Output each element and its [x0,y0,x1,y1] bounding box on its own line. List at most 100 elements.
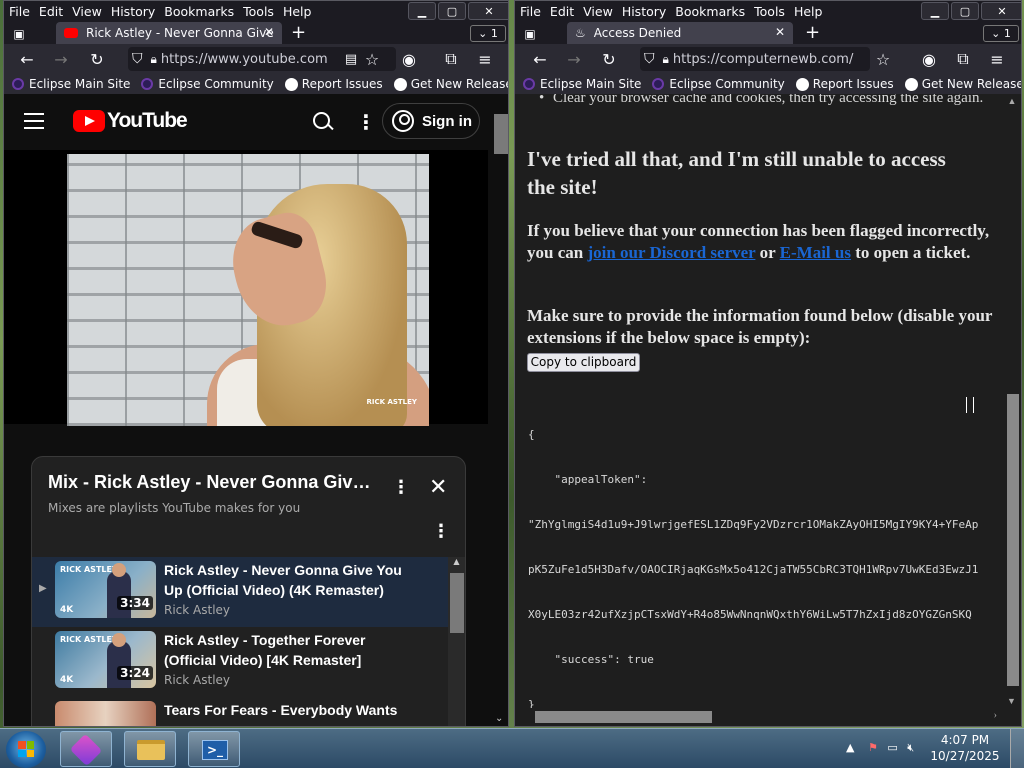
menu-edit[interactable]: Edit [550,4,574,19]
mix-close-icon[interactable]: ✕ [429,475,447,500]
playlist-item-title[interactable]: Rick Astley - Together Forever (Official… [164,630,404,670]
menu-history[interactable]: History [111,4,155,19]
playlist-item[interactable]: ▶ RICK ASTLEY 4K 3:34 Rick Astley - Neve… [32,557,448,627]
new-tab-button[interactable]: + [291,22,306,44]
playlist-scroll-thumb[interactable] [450,573,464,633]
tab-list-icon[interactable]: ▣ [517,24,543,44]
maximize-button[interactable]: ▢ [438,2,466,20]
scroll-down-icon[interactable]: ⌄ [495,713,503,724]
playlist-item-title[interactable]: Rick Astley - Never Gonna Give You Up (O… [164,560,404,600]
taskbar-app-browser[interactable] [60,731,112,767]
video-player[interactable]: RICK ASTLEY [4,150,488,426]
back-arrow-icon[interactable]: ← [16,48,38,70]
video-thumbnail[interactable]: RICK ASTLEY 4K 3:34 [55,561,156,618]
mix-options-icon[interactable]: ⋮ [432,521,450,542]
mix-more-icon[interactable]: ⋮ [392,477,410,498]
menu-help[interactable]: Help [794,4,823,19]
page-scrollbar[interactable]: ⌄ [490,94,508,726]
taskbar-app-powershell[interactable]: >_ [188,731,240,767]
close-tab-icon[interactable]: ✕ [775,25,785,39]
video-thumbnail[interactable] [55,701,156,726]
menu-help[interactable]: Help [283,4,312,19]
playlist-item-title[interactable]: Tears For Fears - Everybody Wants [164,700,404,720]
shield-icon[interactable]: ⛉ [132,51,143,67]
sign-in-button[interactable]: Sign in [382,103,480,139]
menu-view[interactable]: View [583,4,613,19]
bookmark-star-icon[interactable]: ☆ [361,48,383,70]
email-link[interactable]: E-Mail us [780,243,851,262]
playlist-item-channel[interactable]: Rick Astley [164,603,230,617]
reload-icon[interactable]: ↻ [86,48,108,70]
page-scroll-thumb[interactable] [494,114,508,154]
scroll-up-icon[interactable]: ▲ [1003,94,1021,106]
horizontal-scrollbar[interactable]: › [515,708,1003,726]
copy-to-clipboard-button[interactable]: Copy to clipboard [527,353,640,372]
bookmark-report-issues[interactable]: Report Issues [284,77,383,91]
playlist-item-channel[interactable]: Rick Astley [164,673,230,687]
playlist-scrollbar[interactable]: ▲ [448,557,465,726]
menu-bookmarks[interactable]: Bookmarks [675,4,745,19]
menu-tools[interactable]: Tools [243,4,274,19]
maximize-button[interactable]: ▢ [951,2,979,20]
playlist-item[interactable]: Tears For Fears - Everybody Wants [32,697,448,726]
menu-bookmarks[interactable]: Bookmarks [164,4,234,19]
horizontal-scroll-thumb[interactable] [535,711,712,723]
show-desktop-button[interactable] [1010,729,1024,768]
close-window-button[interactable]: ✕ [468,2,508,20]
menu-file[interactable]: File [520,4,541,19]
start-button[interactable] [6,731,46,768]
tab-youtube[interactable]: Rick Astley - Never Gonna Give ✕ [56,22,282,44]
tab-count-button[interactable]: ⌄ 1 [470,25,506,42]
discord-link[interactable]: join our Discord server [587,243,755,262]
bookmark-eclipse-community[interactable]: Eclipse Community [652,77,785,91]
menu-edit[interactable]: Edit [39,4,63,19]
back-arrow-icon[interactable]: ← [529,48,551,70]
url-text[interactable]: https://www.youtube.com [161,52,328,67]
hamburger-menu-icon[interactable] [24,113,44,129]
forward-arrow-icon[interactable]: → [50,48,72,70]
bookmark-get-new-releases[interactable]: Get New Releases [393,77,508,91]
bookmark-get-new-releases[interactable]: Get New Releases [904,77,1021,91]
bookmark-eclipse-main[interactable]: Eclipse Main Site [523,77,641,91]
reader-mode-icon[interactable]: ▤ [340,48,362,70]
menu-file[interactable]: File [9,4,30,19]
volume-muted-icon[interactable]: 🔇︎ [907,741,914,754]
minimize-button[interactable]: ▁ [408,2,436,20]
url-text[interactable]: https://computernewb.com/ [673,52,853,67]
vertical-scroll-thumb[interactable] [1007,394,1019,686]
shield-icon[interactable]: ⛉ [644,51,655,67]
extensions-icon[interactable]: ⧉ [440,48,462,70]
app-menu-icon[interactable]: ≡ [474,48,496,70]
tab-count-button[interactable]: ⌄ 1 [983,25,1019,42]
show-hidden-icons-icon[interactable]: ▲ [846,741,854,754]
menu-view[interactable]: View [72,4,102,19]
account-icon[interactable]: ◉ [918,48,940,70]
bookmark-eclipse-main[interactable]: Eclipse Main Site [12,77,130,91]
scroll-up-icon[interactable]: ▲ [448,557,465,566]
mix-title[interactable]: Mix - Rick Astley - Never Gonna Give You… [48,472,378,493]
scroll-down-icon[interactable]: ▼ [1007,696,1016,706]
action-center-icon[interactable]: ⚑ [868,741,878,754]
youtube-wordmark[interactable]: YouTube [107,109,188,133]
bookmark-report-issues[interactable]: Report Issues [795,77,894,91]
video-thumbnail[interactable]: RICK ASTLEY 4K 3:24 [55,631,156,688]
close-window-button[interactable]: ✕ [981,2,1021,20]
lock-icon[interactable]: 🔒︎ [151,52,157,67]
close-tab-icon[interactable]: ✕ [264,25,274,39]
tab-access-denied[interactable]: ♨ Access Denied ✕ [567,22,793,44]
scroll-right-icon[interactable]: › [994,710,997,721]
reload-icon[interactable]: ↻ [598,48,620,70]
tab-list-icon[interactable]: ▣ [6,24,32,44]
video-frame[interactable]: RICK ASTLEY [67,154,429,426]
menu-history[interactable]: History [622,4,666,19]
clock[interactable]: 4:07 PM 10/27/2025 [930,732,1000,764]
network-icon[interactable]: ▭ [887,741,897,754]
more-vert-icon[interactable]: ⋮ [356,108,376,136]
new-tab-button[interactable]: + [805,22,820,44]
youtube-logo-icon[interactable] [73,110,105,132]
app-menu-icon[interactable]: ≡ [986,48,1008,70]
playlist-item[interactable]: RICK ASTLEY 4K 3:24 Rick Astley - Togeth… [32,627,448,697]
appeal-info-block[interactable]: { "appealToken": "ZhYglmgiS4d1u9+J9lwrjg… [528,397,1003,726]
url-bar[interactable]: ⛉ 🔒︎ https://computernewb.com/ [640,47,870,71]
extensions-icon[interactable]: ⧉ [952,48,974,70]
